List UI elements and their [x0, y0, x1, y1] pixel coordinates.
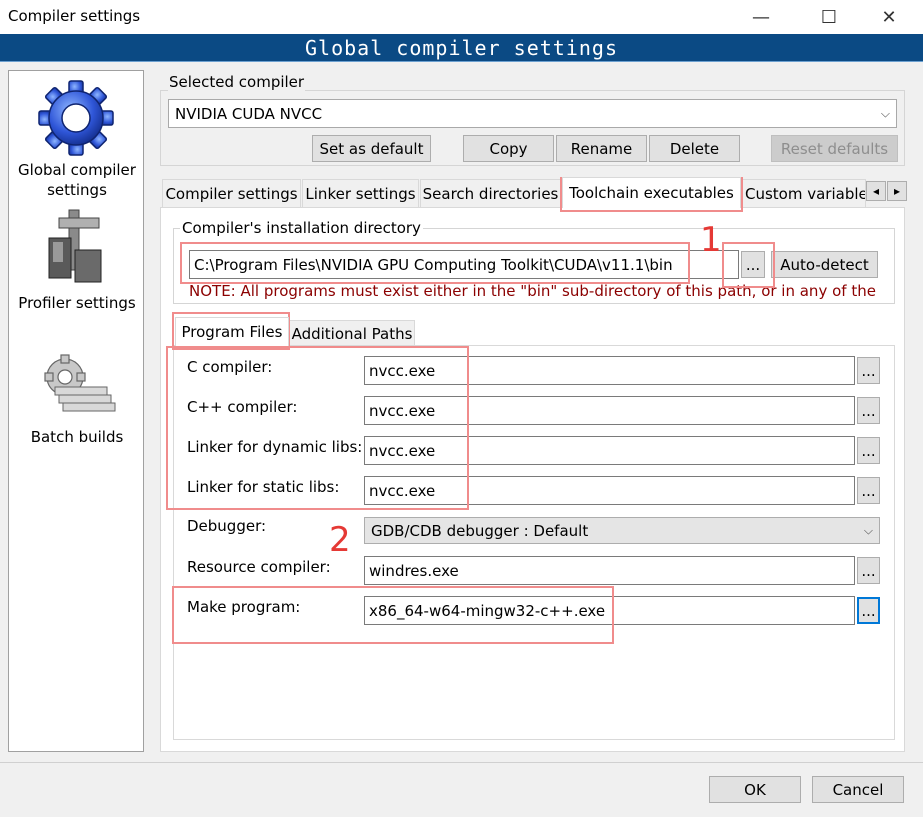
- caliper-icon: [48, 209, 102, 283]
- chevron-down-icon: ⌵: [880, 106, 890, 120]
- set-as-default-button[interactable]: Set as default: [312, 135, 431, 162]
- close-button[interactable]: ✕: [866, 0, 912, 34]
- dynamic-linker-browse-button[interactable]: ...: [857, 437, 880, 464]
- cpp-compiler-browse-button[interactable]: ...: [857, 397, 880, 424]
- delete-button[interactable]: Delete: [649, 135, 740, 162]
- sidebar-item-global-compiler[interactable]: Global compiler settings: [9, 71, 143, 199]
- rename-button[interactable]: Rename: [556, 135, 647, 162]
- gear-icon: [38, 80, 114, 156]
- settings-banner: Global compiler settings: [0, 34, 923, 62]
- window-title: Compiler settings: [8, 7, 141, 25]
- sidebar-item-profiler[interactable]: Profiler settings: [9, 204, 143, 314]
- maximize-button[interactable]: ☐: [806, 0, 852, 34]
- annotation-box-make-program: [172, 586, 614, 644]
- chevron-down-icon: ⌵: [863, 523, 873, 537]
- copy-button[interactable]: Copy: [463, 135, 554, 162]
- tab-linker-settings[interactable]: Linker settings: [302, 179, 419, 207]
- annotation-number-1: 1: [700, 220, 722, 260]
- minimize-button[interactable]: —: [738, 0, 784, 34]
- resource-compiler-input[interactable]: windres.exe: [364, 556, 855, 585]
- resource-compiler-browse-button[interactable]: ...: [857, 557, 880, 584]
- tab-custom-variables[interactable]: Custom variable: [742, 179, 866, 207]
- make-program-browse-button[interactable]: ...: [857, 597, 880, 624]
- install-dir-note: NOTE: All programs must exist either in …: [189, 282, 876, 300]
- debugger-select[interactable]: GDB/CDB debugger : Default ⌵: [364, 517, 880, 544]
- install-dir-label: Compiler's installation directory: [180, 219, 423, 237]
- sidebar-item-label: settings: [47, 181, 107, 199]
- footer-divider: [0, 762, 923, 763]
- debugger-label: Debugger:: [187, 517, 267, 535]
- resource-compiler-label: Resource compiler:: [187, 558, 331, 576]
- settings-sidebar: Global compiler settings Profiler settin…: [8, 70, 144, 752]
- tab-scroll-right-button[interactable]: ▸: [887, 181, 907, 201]
- tab-compiler-settings[interactable]: Compiler settings: [162, 179, 301, 207]
- auto-detect-button[interactable]: Auto-detect: [771, 251, 878, 278]
- gears-stack-icon: [44, 354, 116, 412]
- annotation-box-browse: [722, 242, 775, 288]
- annotation-box-install-dir: [180, 242, 690, 284]
- selected-compiler-label: Selected compiler: [168, 73, 306, 91]
- tab-program-files[interactable]: Program Files: [175, 317, 289, 346]
- annotation-number-2: 2: [329, 520, 351, 560]
- cancel-button[interactable]: Cancel: [812, 776, 904, 803]
- tab-additional-paths[interactable]: Additional Paths: [289, 320, 415, 346]
- title-bar: Compiler settings — ☐ ✕: [0, 0, 923, 34]
- sidebar-item-batch-builds[interactable]: Batch builds: [9, 351, 143, 451]
- tab-scroll-left-button[interactable]: ◂: [866, 181, 886, 201]
- compiler-select-value: NVIDIA CUDA NVCC: [175, 104, 323, 123]
- reset-defaults-button[interactable]: Reset defaults: [771, 135, 898, 162]
- ok-button[interactable]: OK: [709, 776, 801, 803]
- static-linker-browse-button[interactable]: ...: [857, 477, 880, 504]
- debugger-select-value: GDB/CDB debugger : Default: [371, 521, 589, 540]
- c-compiler-browse-button[interactable]: ...: [857, 357, 880, 384]
- tab-toolchain-executables[interactable]: Toolchain executables: [562, 177, 741, 208]
- compiler-select[interactable]: NVIDIA CUDA NVCC ⌵: [168, 99, 897, 128]
- tab-search-directories[interactable]: Search directories: [420, 179, 561, 207]
- annotation-box-compilers: [166, 346, 469, 510]
- sidebar-item-label: Global compiler: [18, 161, 136, 179]
- sidebar-item-label: Batch builds: [30, 428, 124, 446]
- sidebar-item-label: Profiler settings: [18, 294, 136, 312]
